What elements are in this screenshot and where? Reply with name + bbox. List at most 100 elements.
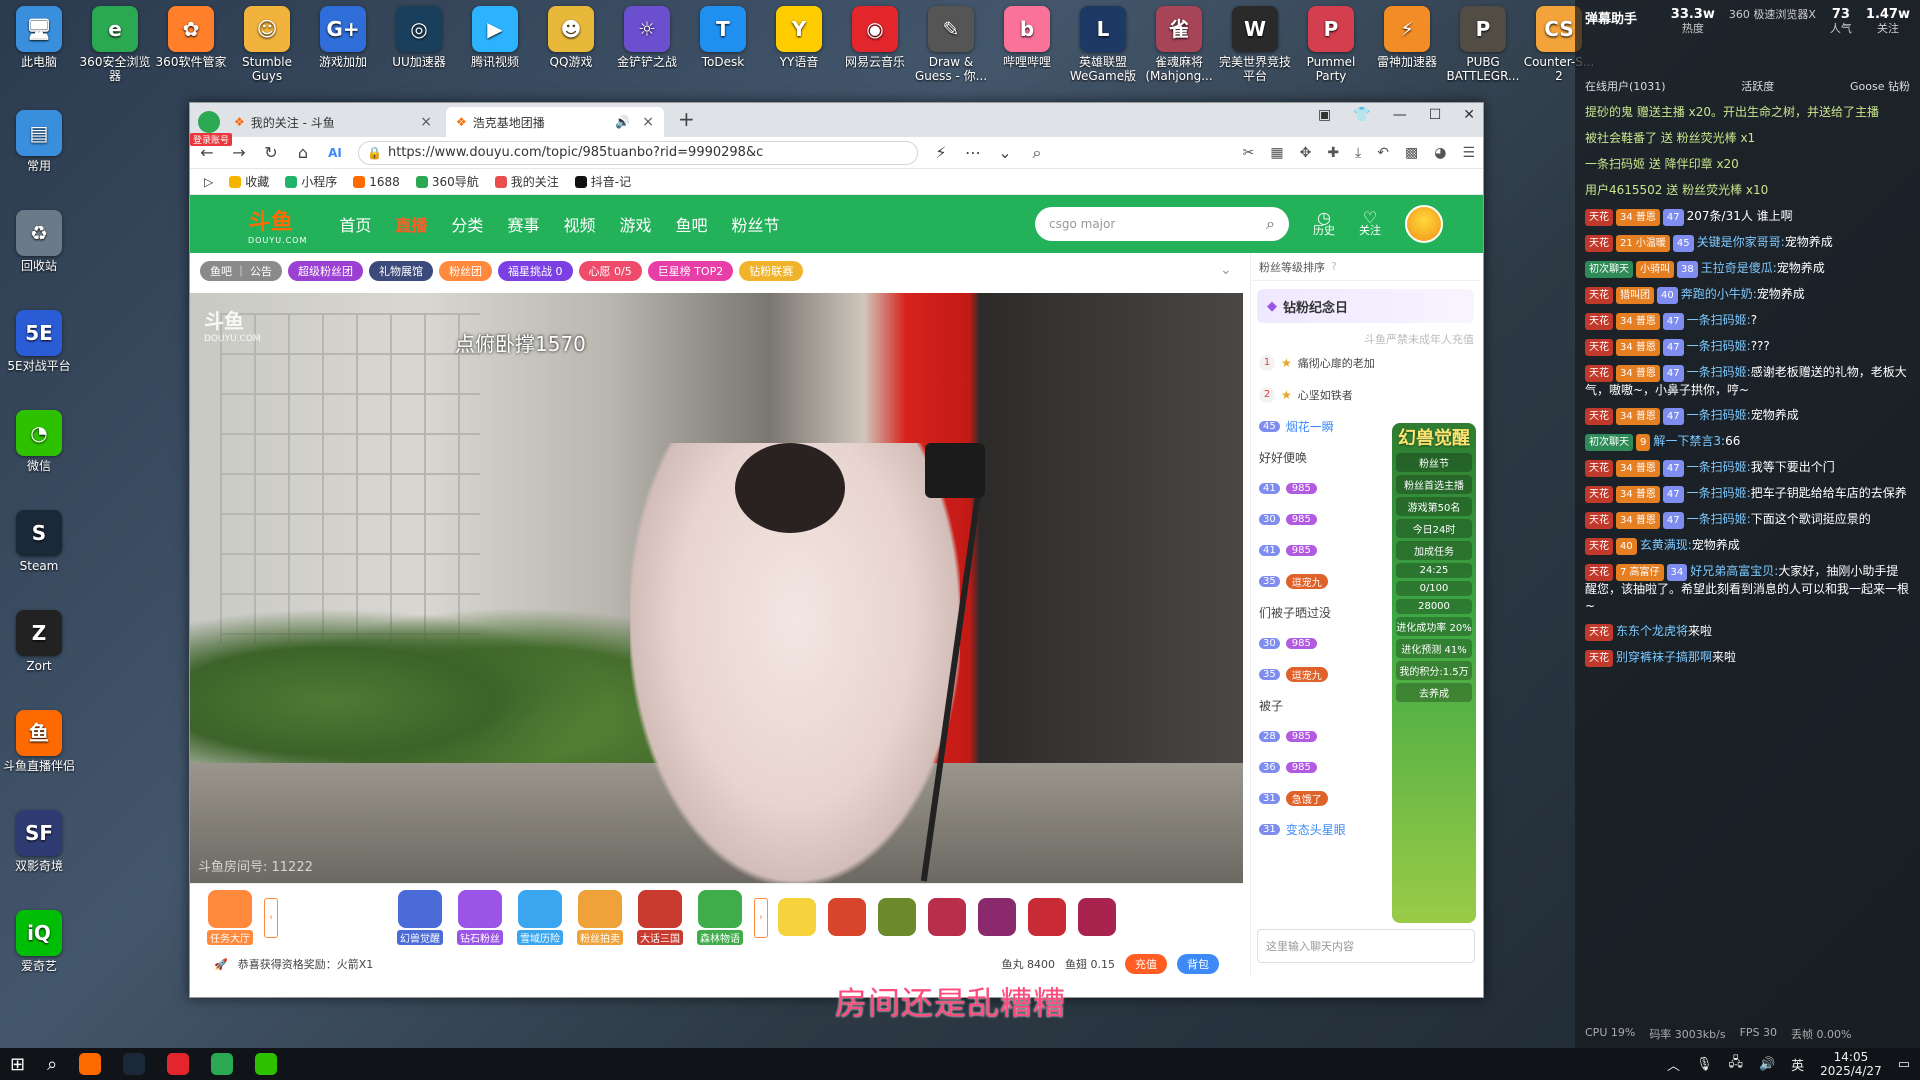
network-icon[interactable]: 🖧: [1728, 1053, 1743, 1075]
netease-music-taskbar-icon[interactable]: [167, 1053, 190, 1075]
desktop-icon[interactable]: ✿ 360软件管家: [154, 6, 228, 69]
danmaku-message[interactable]: 天花 34 普恩 47 一条扫码姬:宠物养成: [1575, 403, 1920, 429]
collapse-icon[interactable]: ⌄: [1220, 262, 1232, 278]
nav-item[interactable]: 分类: [451, 212, 483, 236]
danmaku-message[interactable]: 初次聊天 9 解一下禁言3:66: [1575, 429, 1920, 455]
danmaku-message[interactable]: 天花 7 高富仔 34 好兄弟高富宝贝:大家好，抽刚小助手提醒您，该抽啦了。希望此刻看…: [1575, 559, 1920, 619]
nav-item[interactable]: 粉丝节: [732, 212, 780, 236]
desktop-icon[interactable]: ♻ 回收站: [2, 210, 76, 273]
apps-icon[interactable]: ✥: [1300, 145, 1312, 161]
gift-item[interactable]: [876, 897, 918, 938]
activity-button[interactable]: 钻石粉丝: [454, 890, 506, 945]
danmaku-message[interactable]: 天花 别穿裤袜子搞那啊来啦: [1575, 645, 1920, 671]
room-badge[interactable]: 粉丝团: [439, 261, 492, 281]
danmaku-message[interactable]: 一条扫码姬 送 降伴印章 x20: [1575, 152, 1920, 178]
desktop-icon[interactable]: ▶ 腾讯视频: [458, 6, 532, 69]
bookmark-item[interactable]: 360导航: [415, 173, 479, 190]
douyu-logo[interactable]: 斗鱼 DOUYU.COM: [248, 204, 307, 245]
danmaku-message[interactable]: 天花 34 普恩 47 一条扫码姬:?: [1575, 308, 1920, 334]
nav-item[interactable]: 赛事: [507, 212, 539, 236]
close-tab-icon[interactable]: ×: [642, 114, 654, 130]
desktop-icon[interactable]: ☻ QQ游戏: [534, 6, 608, 69]
desktop-icon[interactable]: 鱼斗鱼直播伴侣: [2, 710, 76, 773]
windows-start-icon[interactable]: ⊞: [10, 1054, 25, 1075]
ai-icon[interactable]: AI: [326, 146, 344, 160]
desktop-icon[interactable]: ☼ 金铲铲之战: [610, 6, 684, 69]
douyu-taskbar-icon[interactable]: [79, 1053, 102, 1075]
more-icon[interactable]: ⋯: [964, 143, 982, 162]
gift-item[interactable]: [1076, 897, 1118, 938]
bookmark-item[interactable]: 抖音-记: [574, 173, 631, 190]
volume-icon[interactable]: 🔊: [1759, 1057, 1775, 1072]
user-avatar[interactable]: [1405, 205, 1443, 243]
bag-button[interactable]: 背包: [1177, 954, 1219, 974]
desktop-icon[interactable]: ⚡ 雷神加速器: [1370, 6, 1444, 69]
search-icon[interactable]: ⌕: [47, 1054, 57, 1075]
maximize-icon[interactable]: ☐: [1429, 107, 1442, 123]
activity-button[interactable]: 森林物语: [694, 890, 746, 945]
nav-item[interactable]: 直播: [395, 212, 427, 236]
desktop-icon[interactable]: Y YY语音: [762, 6, 836, 69]
close-tab-icon[interactable]: ×: [420, 114, 432, 130]
room-badge[interactable]: 鱼吧 ｜ 公告: [200, 261, 282, 281]
browser-logo-icon[interactable]: [198, 111, 220, 133]
steam-taskbar-icon[interactable]: [123, 1053, 146, 1075]
url-bar[interactable]: 🔒 https://www.douyu.com/topic/985tuanbo?…: [358, 140, 918, 165]
microphone-icon[interactable]: 🎙: [1696, 1057, 1713, 1072]
recharge-button[interactable]: 充值: [1125, 954, 1167, 974]
scissors-icon[interactable]: ✂: [1243, 145, 1255, 161]
promo-banner[interactable]: 幻兽觉醒 粉丝节 粉丝首选主播 游戏第50名 今日24时 加成任务 24:25 0/100 2…: [1392, 423, 1476, 923]
rank-row[interactable]: 2 ★ 心坚如铁者: [1251, 379, 1480, 411]
rank-row[interactable]: 1 ★ 痛彻心扉的老加: [1251, 347, 1480, 379]
menu-icon[interactable]: ☰: [1462, 145, 1475, 161]
search-icon[interactable]: ⌕: [1266, 214, 1275, 234]
ime-indicator[interactable]: 英: [1791, 1055, 1804, 1074]
desktop-icon[interactable]: ◎ UU加速器: [382, 6, 456, 69]
danmaku-message[interactable]: 被社会鞋番了 送 粉丝荧光棒 x1: [1575, 126, 1920, 152]
desktop-icon[interactable]: W 完美世界竞技平台: [1218, 6, 1292, 83]
danmaku-message[interactable]: 天花 猎叫团 40 奔跑的小牛奶:宠物养成: [1575, 282, 1920, 308]
search-icon[interactable]: ⌕: [1028, 143, 1046, 163]
bookmark-item[interactable]: 我的关注: [494, 173, 559, 190]
nav-item[interactable]: 首页: [339, 212, 371, 236]
gift-item[interactable]: [976, 897, 1018, 938]
desktop-icon[interactable]: SF 双影奇境: [2, 810, 76, 873]
diamond-anniversary-card[interactable]: ◆ 钻粉纪念日: [1257, 289, 1474, 323]
desktop-icon[interactable]: e 360安全浏览器: [78, 6, 152, 83]
danmaku-message[interactable]: 天花 34 普恩 47 一条扫码姬:把车子钥匙给给车店的去保养: [1575, 481, 1920, 507]
extensions-icon[interactable]: ✚: [1327, 145, 1339, 161]
bookmark-item[interactable]: 1688: [353, 175, 400, 189]
new-tab-icon[interactable]: +: [678, 107, 695, 131]
danmaku-message[interactable]: 天花 21 小温暖 45 关键是你家哥哥:宠物养成: [1575, 230, 1920, 256]
desktop-icon[interactable]: S Steam: [2, 510, 76, 573]
forward-icon[interactable]: →: [230, 143, 248, 162]
activity-button[interactable]: 雪域历险: [514, 890, 566, 945]
login-badge[interactable]: 登录账号: [190, 133, 233, 146]
briefcase-icon[interactable]: ▩: [1405, 145, 1418, 161]
bookmark-item[interactable]: 收藏: [229, 173, 269, 190]
activity-button[interactable]: 幻兽觉醒: [394, 890, 446, 945]
room-badge[interactable]: 超级粉丝团: [288, 261, 363, 281]
danmaku-message[interactable]: 天花 34 普恩 47 一条扫码姬:下面这个歌词挺应景的: [1575, 507, 1920, 533]
room-badge[interactable]: 福星挑战 0: [498, 261, 573, 281]
gift-item[interactable]: [826, 897, 868, 938]
desktop-icon[interactable]: ✎ Draw & Guess - 你...: [914, 6, 988, 83]
scroll-right-icon[interactable]: ›: [754, 897, 768, 938]
desktop-icon[interactable]: 5E 5E对战平台: [2, 310, 76, 373]
site-search-input[interactable]: csgo major ⌕: [1035, 207, 1289, 241]
wechat-taskbar-icon[interactable]: [255, 1053, 278, 1075]
tab-count-icon[interactable]: ▣: [1318, 107, 1331, 123]
danmaku-message[interactable]: 天花 东东个龙虎将来啦: [1575, 619, 1920, 645]
desktop-icon[interactable]: L 英雄联盟WeGame版: [1066, 6, 1140, 83]
fan-rank-title[interactable]: 粉丝等级排序?: [1251, 253, 1480, 281]
nav-item[interactable]: 游戏: [619, 212, 651, 236]
desktop-icon[interactable]: 雀雀魂麻将(Mahjong...: [1142, 6, 1216, 83]
tray-expand-icon[interactable]: ︿: [1667, 1055, 1680, 1074]
desktop-icon[interactable]: Z Zort: [2, 610, 76, 673]
close-window-icon[interactable]: ✕: [1463, 107, 1475, 123]
danmaku-message[interactable]: 初次聊天 小骑叫 38 王拉奇是傻瓜:宠物养成: [1575, 256, 1920, 282]
room-badge[interactable]: 心愿 0/5: [578, 261, 642, 281]
danmaku-message[interactable]: 天花 34 普恩 47 一条扫码姬:我等下要出个门: [1575, 455, 1920, 481]
danmaku-message[interactable]: 天花 40 玄黄满现:宠物养成: [1575, 533, 1920, 559]
desktop-icon[interactable]: P Pummel Party: [1294, 6, 1368, 83]
